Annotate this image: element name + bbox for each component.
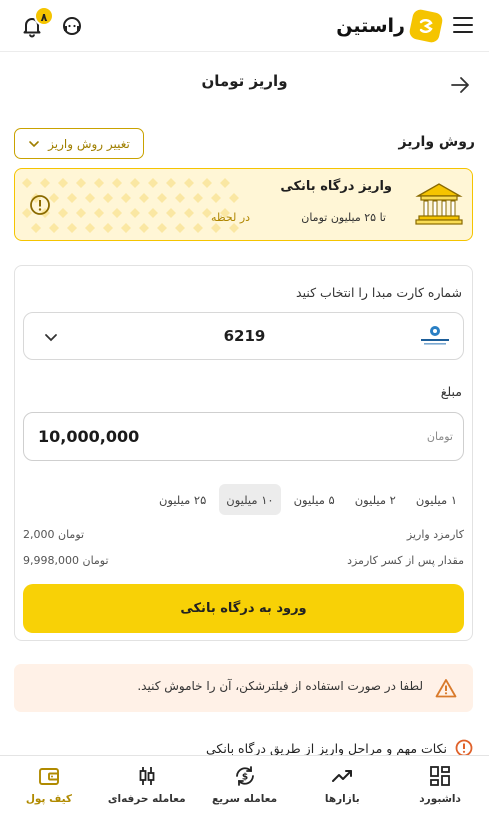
notification-badge: ۸ <box>34 6 54 26</box>
quick-amount-chip[interactable]: ۲۵ میلیون <box>152 484 213 515</box>
page-title: واریز تومان <box>201 72 288 90</box>
deposit-form: شماره کارت مبدا را انتخاب کنید 6219 مبلغ… <box>14 265 473 641</box>
deposit-method-label: روش واریز <box>398 134 475 150</box>
amount-label: مبلغ <box>440 384 462 399</box>
card-number: 6219 <box>223 327 266 345</box>
quick-amount-chip[interactable]: ۱۰ میلیون <box>219 484 281 515</box>
gateway-title: واریز درگاه بانکی <box>280 179 392 194</box>
nav-markets[interactable]: بازارها <box>293 756 391 816</box>
saman-bank-logo-icon <box>417 324 453 350</box>
markets-icon <box>332 770 353 782</box>
support-icon[interactable] <box>60 14 84 38</box>
quick-amount-chip[interactable]: ۱ میلیون <box>409 484 464 515</box>
chevron-down-icon <box>44 329 58 343</box>
menu-icon[interactable] <box>453 17 473 33</box>
nav-label: معامله سریع <box>211 793 278 805</box>
card-prompt: شماره کارت مبدا را انتخاب کنید <box>296 285 462 300</box>
brand-logo-icon <box>408 8 444 44</box>
nav-label: بازارها <box>324 793 360 805</box>
gateway-limit: تا ۲۵ میلیون تومان <box>301 211 386 224</box>
dashboard-icon <box>430 766 451 786</box>
card-select[interactable]: 6219 <box>23 312 464 360</box>
pro-trade-icon <box>139 767 155 785</box>
nav-label: داشبورد <box>419 793 461 805</box>
bank-building-icon <box>414 178 464 228</box>
warning-text: لطفا در صورت استفاده از فیلترشکن، آن را … <box>137 679 423 693</box>
tips-text: نکات مهم و مراحل واریز از طریق درگاه بان… <box>206 740 447 756</box>
nav-quick-trade[interactable]: $ معامله سریع <box>196 756 294 816</box>
nav-dashboard[interactable]: داشبورد <box>391 756 489 816</box>
net-amount-row: مقدار پس از کسر کارمزد 9,998,000 تومان <box>23 554 464 572</box>
bottom-nav: داشبورد بازارها $ معامله سریع معامله حرف… <box>0 755 489 816</box>
gateway-card[interactable]: واریز درگاه بانکی تا ۲۵ میلیون تومان در … <box>14 168 473 241</box>
nav-label: کیف پول <box>25 793 73 805</box>
quick-amount-chip[interactable]: ۵ میلیون <box>287 484 342 515</box>
deposit-method-row: روش واریز تغییر روش واریز <box>14 128 475 160</box>
quick-trade-icon: $ <box>235 766 254 786</box>
fee-row: کارمزد واریز 2,000 تومان <box>23 528 464 546</box>
change-method-label: تغییر روش واریز <box>48 136 130 151</box>
back-arrow-icon[interactable] <box>449 74 471 96</box>
brand[interactable]: راستین <box>336 8 444 44</box>
chevron-down-icon <box>29 140 39 147</box>
svg-text:$: $ <box>241 773 247 783</box>
gateway-speed: در لحظه <box>211 211 251 224</box>
amount-input[interactable]: 10,000,000 تومان <box>23 412 464 461</box>
enter-gateway-button[interactable]: ورود به درگاه بانکی <box>23 584 464 633</box>
fee-label: کارمزد واریز <box>406 528 464 541</box>
amount-value: 10,000,000 <box>38 427 140 446</box>
vpn-warning: لطفا در صورت استفاده از فیلترشکن، آن را … <box>14 664 473 712</box>
change-method-button[interactable]: تغییر روش واریز <box>14 128 144 159</box>
net-amount-value: 9,998,000 تومان <box>23 554 109 567</box>
quick-amounts: ۱ میلیون ۲ میلیون ۵ میلیون ۱۰ میلیون ۲۵ … <box>23 484 464 516</box>
quick-amount-chip[interactable]: ۲ میلیون <box>348 484 403 515</box>
top-bar: راستین ۸ <box>0 0 489 52</box>
brand-name: راستین <box>336 15 405 37</box>
info-icon[interactable] <box>29 194 51 216</box>
nav-pro-trade[interactable]: معامله حرفه‌ای <box>98 756 196 816</box>
page-header: واریز تومان <box>0 64 489 104</box>
nav-wallet[interactable]: کیف پول <box>0 756 98 816</box>
fee-value: 2,000 تومان <box>23 528 85 541</box>
net-amount-label: مقدار پس از کسر کارمزد <box>347 554 464 567</box>
warning-icon <box>435 678 457 698</box>
amount-unit: تومان <box>426 430 453 443</box>
diamond-pattern-icon <box>22 178 239 233</box>
wallet-icon <box>38 768 59 785</box>
nav-label: معامله حرفه‌ای <box>107 793 186 805</box>
